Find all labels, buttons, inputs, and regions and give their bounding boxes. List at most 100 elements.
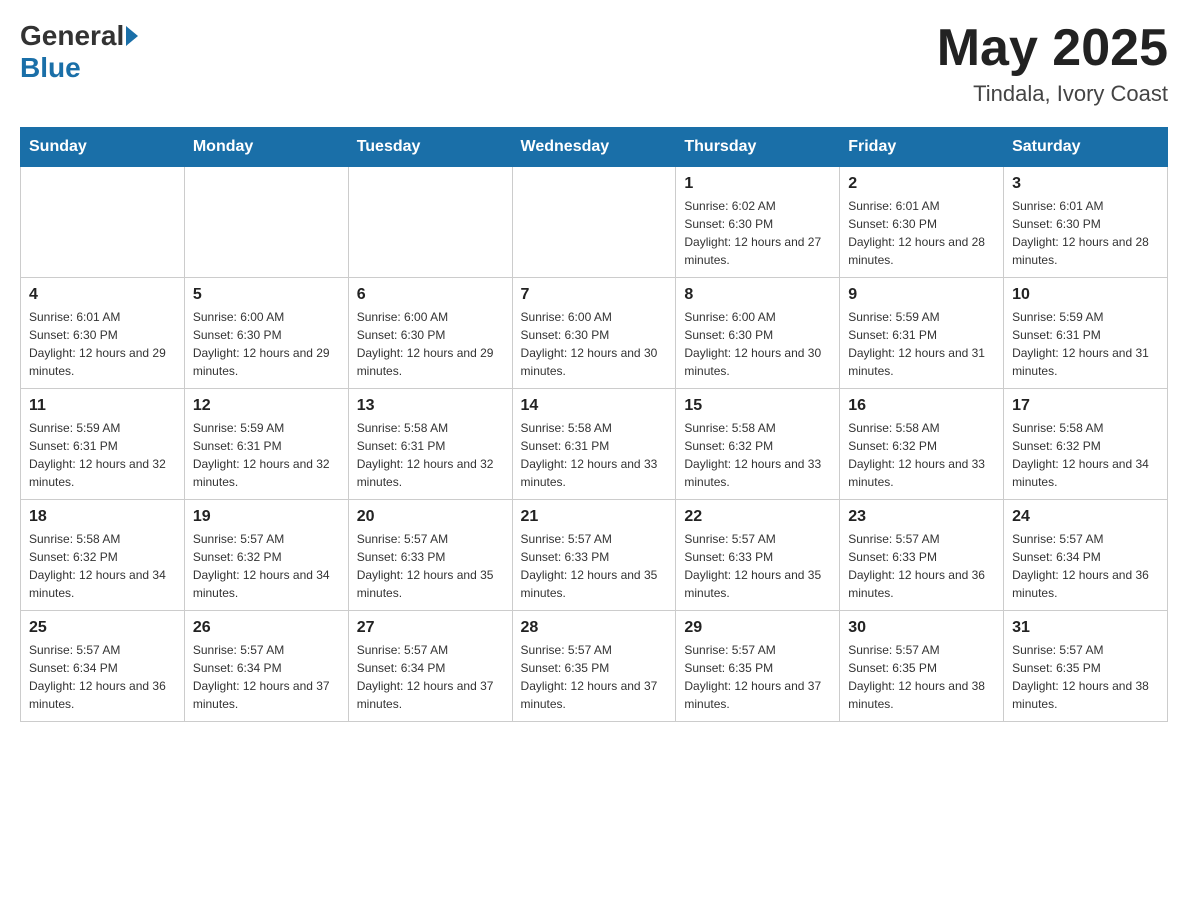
- day-info: Sunrise: 5:59 AMSunset: 6:31 PMDaylight:…: [1012, 308, 1159, 380]
- calendar-cell: 25 Sunrise: 5:57 AMSunset: 6:34 PMDayligh…: [21, 611, 185, 722]
- calendar-day-header: Tuesday: [348, 128, 512, 167]
- day-number: 31: [1012, 619, 1159, 637]
- calendar-cell: 31 Sunrise: 5:57 AMSunset: 6:35 PMDayligh…: [1004, 611, 1168, 722]
- day-info: Sunrise: 5:58 AMSunset: 6:31 PMDaylight:…: [521, 419, 668, 491]
- calendar-cell: 24Sunrise: 5:57 AMSunset: 6:34 PMDayligh…: [1004, 500, 1168, 611]
- calendar-week-row: 4Sunrise: 6:01 AMSunset: 6:30 PMDaylight…: [21, 278, 1168, 389]
- day-number: 20: [357, 508, 504, 526]
- calendar-cell: 9 Sunrise: 5:59 AMSunset: 6:31 PMDaylight…: [840, 278, 1004, 389]
- calendar-week-row: 1 Sunrise: 6:02 AMSunset: 6:30 PMDaylight…: [21, 167, 1168, 278]
- day-number: 9: [848, 286, 995, 304]
- calendar-cell: 6Sunrise: 6:00 AMSunset: 6:30 PMDaylight…: [348, 278, 512, 389]
- calendar-cell: 5Sunrise: 6:00 AMSunset: 6:30 PMDaylight…: [184, 278, 348, 389]
- calendar-day-header: Sunday: [21, 128, 185, 167]
- calendar-cell: 8 Sunrise: 6:00 AMSunset: 6:30 PMDaylight…: [676, 278, 840, 389]
- day-info: Sunrise: 6:00 AMSunset: 6:30 PMDaylight:…: [684, 308, 831, 380]
- day-number: 10: [1012, 286, 1159, 304]
- calendar-day-header: Thursday: [676, 128, 840, 167]
- calendar-cell: 17Sunrise: 5:58 AMSunset: 6:32 PMDayligh…: [1004, 389, 1168, 500]
- calendar-day-header: Friday: [840, 128, 1004, 167]
- day-number: 1: [684, 175, 831, 193]
- day-info: Sunrise: 5:57 AMSunset: 6:33 PMDaylight:…: [684, 530, 831, 602]
- logo: General Blue: [20, 20, 140, 84]
- day-info: Sunrise: 5:57 AMSunset: 6:34 PMDaylight:…: [193, 641, 340, 713]
- calendar-cell: [512, 167, 676, 278]
- day-number: 2: [848, 175, 995, 193]
- day-number: 24: [1012, 508, 1159, 526]
- calendar-cell: 3Sunrise: 6:01 AMSunset: 6:30 PMDaylight…: [1004, 167, 1168, 278]
- day-info: Sunrise: 5:58 AMSunset: 6:32 PMDaylight:…: [29, 530, 176, 602]
- calendar-cell: 13 Sunrise: 5:58 AMSunset: 6:31 PMDayligh…: [348, 389, 512, 500]
- day-number: 27: [357, 619, 504, 637]
- calendar-cell: 1 Sunrise: 6:02 AMSunset: 6:30 PMDaylight…: [676, 167, 840, 278]
- calendar-cell: [21, 167, 185, 278]
- day-number: 13: [357, 397, 504, 415]
- day-number: 14: [521, 397, 668, 415]
- day-number: 19: [193, 508, 340, 526]
- day-number: 16: [848, 397, 995, 415]
- day-number: 25: [29, 619, 176, 637]
- day-info: Sunrise: 6:02 AMSunset: 6:30 PMDaylight:…: [684, 197, 831, 269]
- calendar-cell: [184, 167, 348, 278]
- calendar-cell: 30Sunrise: 5:57 AMSunset: 6:35 PMDayligh…: [840, 611, 1004, 722]
- day-info: Sunrise: 5:57 AMSunset: 6:35 PMDaylight:…: [684, 641, 831, 713]
- calendar-cell: 10 Sunrise: 5:59 AMSunset: 6:31 PMDayligh…: [1004, 278, 1168, 389]
- day-number: 15: [684, 397, 831, 415]
- calendar-cell: 21Sunrise: 5:57 AMSunset: 6:33 PMDayligh…: [512, 500, 676, 611]
- day-info: Sunrise: 5:57 AMSunset: 6:33 PMDaylight:…: [848, 530, 995, 602]
- calendar-cell: 28 Sunrise: 5:57 AMSunset: 6:35 PMDayligh…: [512, 611, 676, 722]
- day-info: Sunrise: 5:57 AMSunset: 6:35 PMDaylight:…: [521, 641, 668, 713]
- day-number: 12: [193, 397, 340, 415]
- day-info: Sunrise: 5:59 AMSunset: 6:31 PMDaylight:…: [29, 419, 176, 491]
- day-number: 8: [684, 286, 831, 304]
- calendar-cell: 12 Sunrise: 5:59 AMSunset: 6:31 PMDayligh…: [184, 389, 348, 500]
- calendar-cell: 16 Sunrise: 5:58 AMSunset: 6:32 PMDayligh…: [840, 389, 1004, 500]
- logo-blue-text: Blue: [20, 52, 81, 83]
- day-number: 26: [193, 619, 340, 637]
- logo-arrow-icon: [126, 26, 138, 46]
- day-info: Sunrise: 5:57 AMSunset: 6:35 PMDaylight:…: [1012, 641, 1159, 713]
- calendar-cell: 23 Sunrise: 5:57 AMSunset: 6:33 PMDayligh…: [840, 500, 1004, 611]
- day-info: Sunrise: 5:58 AMSunset: 6:31 PMDaylight:…: [357, 419, 504, 491]
- day-info: Sunrise: 5:57 AMSunset: 6:34 PMDaylight:…: [29, 641, 176, 713]
- day-info: Sunrise: 5:57 AMSunset: 6:32 PMDaylight:…: [193, 530, 340, 602]
- day-info: Sunrise: 6:01 AMSunset: 6:30 PMDaylight:…: [29, 308, 176, 380]
- calendar-cell: [348, 167, 512, 278]
- day-number: 23: [848, 508, 995, 526]
- title-block: May 2025 Tindala, Ivory Coast: [937, 20, 1168, 107]
- day-number: 21: [521, 508, 668, 526]
- calendar-cell: 11Sunrise: 5:59 AMSunset: 6:31 PMDayligh…: [21, 389, 185, 500]
- calendar-cell: 26 Sunrise: 5:57 AMSunset: 6:34 PMDayligh…: [184, 611, 348, 722]
- day-info: Sunrise: 5:57 AMSunset: 6:35 PMDaylight:…: [848, 641, 995, 713]
- day-info: Sunrise: 6:01 AMSunset: 6:30 PMDaylight:…: [1012, 197, 1159, 269]
- page-header: General Blue May 2025 Tindala, Ivory Coa…: [20, 20, 1168, 107]
- calendar-cell: 29Sunrise: 5:57 AMSunset: 6:35 PMDayligh…: [676, 611, 840, 722]
- day-info: Sunrise: 6:00 AMSunset: 6:30 PMDaylight:…: [521, 308, 668, 380]
- logo-general-text: General: [20, 20, 124, 52]
- calendar-table: SundayMondayTuesdayWednesdayThursdayFrid…: [20, 127, 1168, 722]
- calendar-cell: 2Sunrise: 6:01 AMSunset: 6:30 PMDaylight…: [840, 167, 1004, 278]
- calendar-cell: 22 Sunrise: 5:57 AMSunset: 6:33 PMDayligh…: [676, 500, 840, 611]
- calendar-cell: 14 Sunrise: 5:58 AMSunset: 6:31 PMDayligh…: [512, 389, 676, 500]
- calendar-cell: 15Sunrise: 5:58 AMSunset: 6:32 PMDayligh…: [676, 389, 840, 500]
- day-info: Sunrise: 5:58 AMSunset: 6:32 PMDaylight:…: [848, 419, 995, 491]
- day-info: Sunrise: 5:57 AMSunset: 6:34 PMDaylight:…: [357, 641, 504, 713]
- day-info: Sunrise: 5:59 AMSunset: 6:31 PMDaylight:…: [848, 308, 995, 380]
- day-info: Sunrise: 6:00 AMSunset: 6:30 PMDaylight:…: [357, 308, 504, 380]
- day-info: Sunrise: 5:57 AMSunset: 6:33 PMDaylight:…: [357, 530, 504, 602]
- calendar-week-row: 11Sunrise: 5:59 AMSunset: 6:31 PMDayligh…: [21, 389, 1168, 500]
- day-info: Sunrise: 5:58 AMSunset: 6:32 PMDaylight:…: [1012, 419, 1159, 491]
- location-title: Tindala, Ivory Coast: [937, 81, 1168, 107]
- day-info: Sunrise: 5:59 AMSunset: 6:31 PMDaylight:…: [193, 419, 340, 491]
- calendar-cell: 27 Sunrise: 5:57 AMSunset: 6:34 PMDayligh…: [348, 611, 512, 722]
- calendar-day-header: Wednesday: [512, 128, 676, 167]
- day-number: 18: [29, 508, 176, 526]
- calendar-day-header: Monday: [184, 128, 348, 167]
- calendar-week-row: 25 Sunrise: 5:57 AMSunset: 6:34 PMDayligh…: [21, 611, 1168, 722]
- calendar-cell: 20 Sunrise: 5:57 AMSunset: 6:33 PMDayligh…: [348, 500, 512, 611]
- day-number: 22: [684, 508, 831, 526]
- day-number: 28: [521, 619, 668, 637]
- calendar-cell: 4Sunrise: 6:01 AMSunset: 6:30 PMDaylight…: [21, 278, 185, 389]
- calendar-day-header: Saturday: [1004, 128, 1168, 167]
- calendar-cell: 18 Sunrise: 5:58 AMSunset: 6:32 PMDayligh…: [21, 500, 185, 611]
